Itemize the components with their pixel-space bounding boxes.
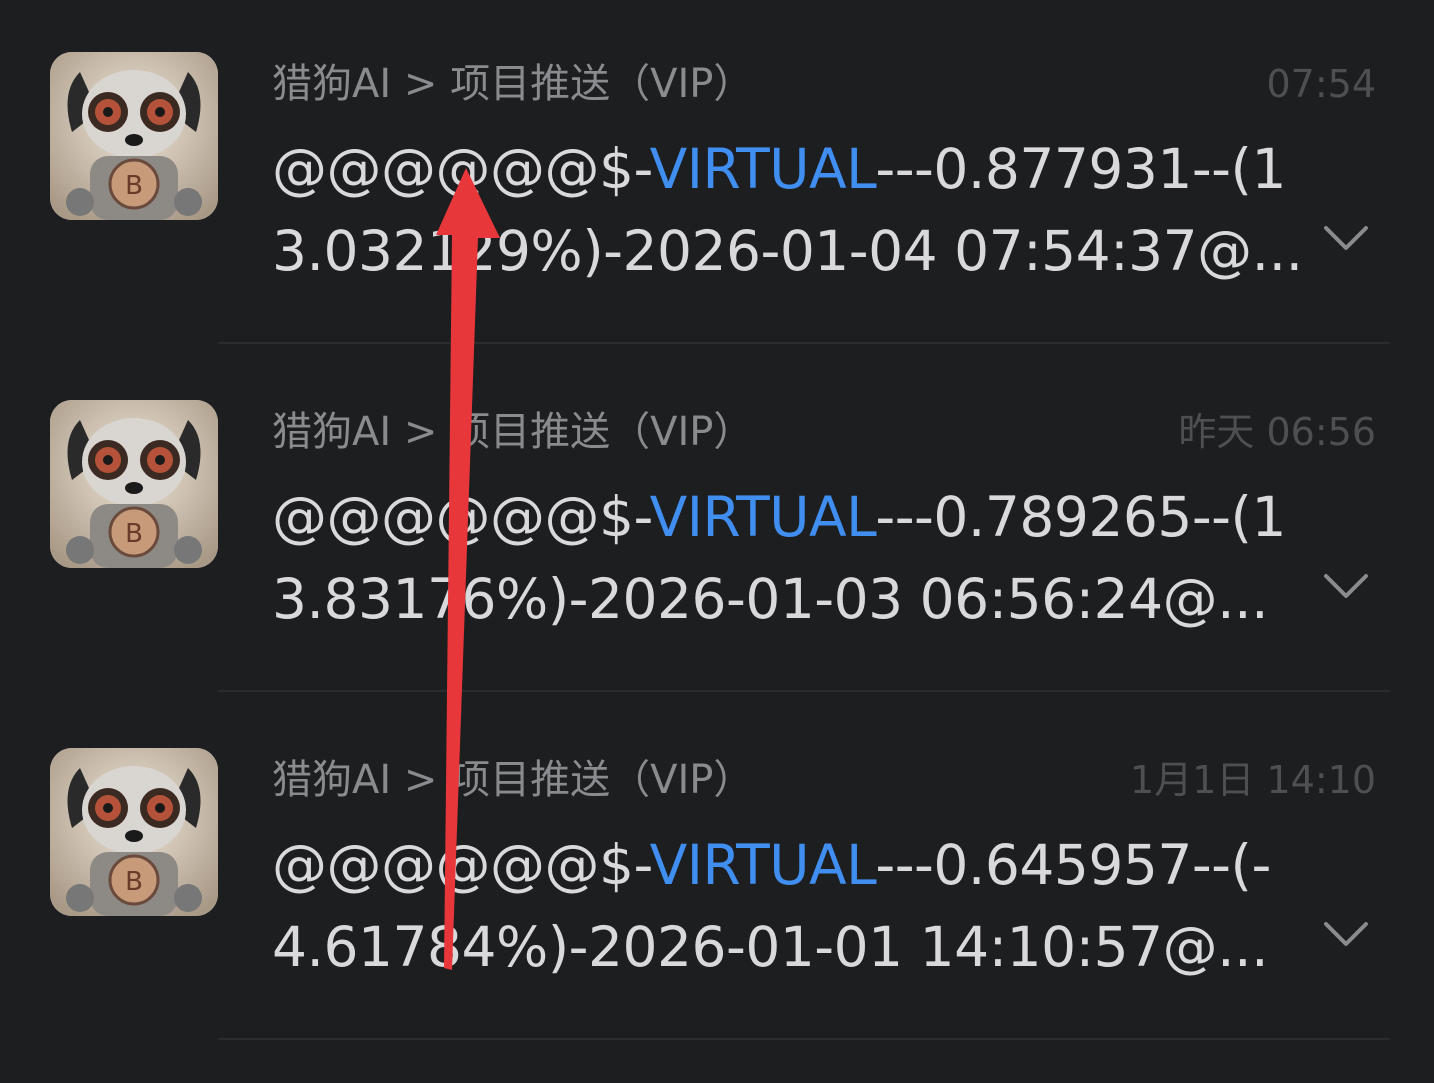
- body-highlight-link[interactable]: VIRTUAL: [650, 833, 876, 897]
- body-highlight-link[interactable]: VIRTUAL: [650, 137, 876, 201]
- divider: [218, 690, 1390, 692]
- body-prefix: @@@@@@$-: [272, 137, 650, 201]
- svg-text:B: B: [125, 171, 143, 201]
- message-body[interactable]: @@@@@@$-VIRTUAL---0.877931--(13.032129%)…: [272, 128, 1312, 292]
- svg-text:B: B: [125, 867, 143, 897]
- message-body[interactable]: @@@@@@$-VIRTUAL---0.789265--(13.83176%)-…: [272, 476, 1312, 640]
- body-prefix: @@@@@@$-: [272, 833, 650, 897]
- message-sender: 猎狗AI > 项目推送（VIP）: [272, 409, 754, 455]
- message-sender: 猎狗AI > 项目推送（VIP）: [272, 61, 754, 107]
- robot-dog-avatar-icon[interactable]: B: [50, 52, 218, 220]
- message-time: 07:54: [1266, 62, 1376, 106]
- chevron-down-icon[interactable]: [1322, 222, 1370, 254]
- message-item[interactable]: B 猎狗AI > 项目推送（VIP） 07:54 @@@@@@$-VIRTUAL…: [0, 0, 1434, 348]
- message-item[interactable]: B 猎狗AI > 项目推送（VIP） 昨天 06:56 @@@@@@$-VIRT…: [0, 348, 1434, 696]
- message-item[interactable]: B 猎狗AI > 项目推送（VIP） 1月1日 14:10 @@@@@@$-VI…: [0, 696, 1434, 1044]
- chevron-down-icon[interactable]: [1322, 918, 1370, 950]
- robot-dog-avatar-icon[interactable]: B: [50, 400, 218, 568]
- message-sender: 猎狗AI > 项目推送（VIP）: [272, 757, 754, 803]
- message-list: B 猎狗AI > 项目推送（VIP） 07:54 @@@@@@$-VIRTUAL…: [0, 0, 1434, 1083]
- message-time: 昨天 06:56: [1178, 410, 1376, 454]
- robot-dog-avatar-icon[interactable]: B: [50, 748, 218, 916]
- chevron-down-icon[interactable]: [1322, 570, 1370, 602]
- body-highlight-link[interactable]: VIRTUAL: [650, 485, 876, 549]
- message-body[interactable]: @@@@@@$-VIRTUAL---0.645957--(-4.61784%)-…: [272, 824, 1312, 988]
- divider: [218, 1038, 1390, 1040]
- message-time: 1月1日 14:10: [1130, 758, 1376, 802]
- divider: [218, 342, 1390, 344]
- body-prefix: @@@@@@$-: [272, 485, 650, 549]
- svg-text:B: B: [125, 519, 143, 549]
